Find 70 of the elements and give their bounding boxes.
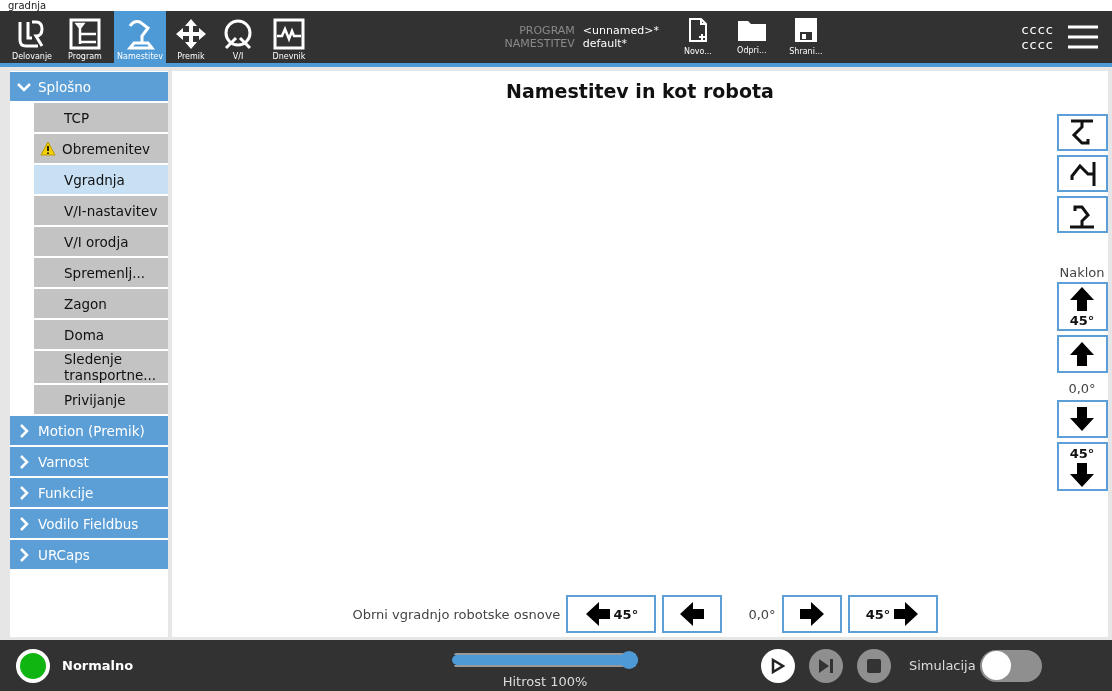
- installation-label: NAMESTITEV: [504, 37, 575, 50]
- program-label: PROGRAM: [518, 24, 575, 37]
- rotate-button[interactable]: 45°: [847, 595, 938, 633]
- arrow-icon: [679, 601, 706, 627]
- rotate-label: Obrni vgradnjo robotske osnove: [352, 606, 561, 622]
- arrow-icon: [1069, 406, 1095, 432]
- sidebar-item[interactable]: Vgradnja: [34, 165, 168, 194]
- move-arrows-icon: [175, 18, 207, 50]
- status-lamp: [16, 648, 50, 683]
- view-button[interactable]: [1056, 155, 1108, 192]
- simulation-switch[interactable]: [979, 649, 1042, 682]
- status-text: Normalno: [62, 658, 135, 673]
- rotate-button[interactable]: [1056, 400, 1108, 438]
- arrow-icon: [1069, 285, 1095, 312]
- arrow-icon: [893, 601, 920, 627]
- slider-thumb[interactable]: [620, 650, 638, 669]
- rotate-button[interactable]: 45°: [1056, 442, 1108, 491]
- speed-slider[interactable]: [452, 650, 638, 669]
- step-icon: [818, 657, 834, 674]
- arrow-icon: [798, 601, 825, 627]
- arrow-icon: [584, 601, 611, 627]
- rotate-button[interactable]: [662, 595, 723, 633]
- sidebar-item[interactable]: Doma: [34, 320, 168, 349]
- control-button[interactable]: [761, 648, 795, 683]
- nav-tab[interactable]: V/I: [216, 11, 260, 63]
- sidebar-item[interactable]: Sledenje transportne...: [34, 351, 168, 383]
- program-tree-icon: [69, 18, 101, 50]
- rotate-button[interactable]: [781, 595, 842, 633]
- play-icon: [771, 657, 785, 674]
- sidebar-item[interactable]: TCP: [34, 103, 168, 132]
- simulation-label: Simulacija: [909, 658, 976, 673]
- robot-arm-icon: [124, 18, 156, 50]
- nav-tab[interactable]: Dnevnik: [264, 11, 314, 63]
- arrow-icon: [1069, 461, 1095, 488]
- nav-tab[interactable]: Delovanje: [8, 11, 56, 63]
- new-file-icon: [688, 18, 707, 42]
- save-icon: [794, 18, 817, 42]
- rotate-button[interactable]: 45°: [1056, 282, 1108, 331]
- warning-icon: [40, 141, 56, 156]
- file-button[interactable]: Novo...: [672, 11, 723, 63]
- folder-icon: [737, 19, 766, 41]
- file-button[interactable]: Odpri...: [726, 11, 777, 63]
- graph-icon: [273, 18, 305, 50]
- user-text: cccc: [1021, 37, 1054, 52]
- rotate-button[interactable]: 45°: [566, 595, 657, 633]
- arrow-icon: [1069, 341, 1095, 367]
- sidebar-item[interactable]: Privijanje: [34, 385, 168, 414]
- menu-icon[interactable]: [1068, 25, 1098, 49]
- rotate-button[interactable]: [1056, 335, 1108, 373]
- sidebar-item[interactable]: V/I-nastavitev: [34, 196, 168, 225]
- cut-title-text: gradnja: [8, 0, 47, 11]
- tilt-reading: 0,0°: [1068, 381, 1096, 396]
- sidebar-item[interactable]: V/I orodja: [34, 227, 168, 256]
- sidebar-item[interactable]: Zagon: [34, 289, 168, 318]
- installation-name: default*: [582, 37, 629, 50]
- program-name: <unnamed>*: [582, 24, 659, 37]
- gauge-icon: [222, 18, 254, 50]
- sidebar-item[interactable]: Obremenitev: [34, 134, 168, 163]
- view-button[interactable]: [1056, 196, 1108, 233]
- sidebar-item[interactable]: Spremenlj...: [34, 258, 168, 287]
- stop-icon: [867, 658, 881, 673]
- rotate-reading: 0,0°: [748, 606, 776, 622]
- nav-tab[interactable]: Premik: [170, 11, 212, 63]
- nav-tab[interactable]: Program: [60, 11, 110, 63]
- speed-label: Hitrost 100%: [502, 673, 588, 689]
- tilt-label: Naklon: [1059, 265, 1105, 280]
- user-text: cccc: [1021, 22, 1054, 37]
- file-button[interactable]: Shrani...: [780, 11, 831, 63]
- page-title: Namestitev in kot robota: [505, 80, 775, 102]
- view-button[interactable]: [1056, 114, 1108, 151]
